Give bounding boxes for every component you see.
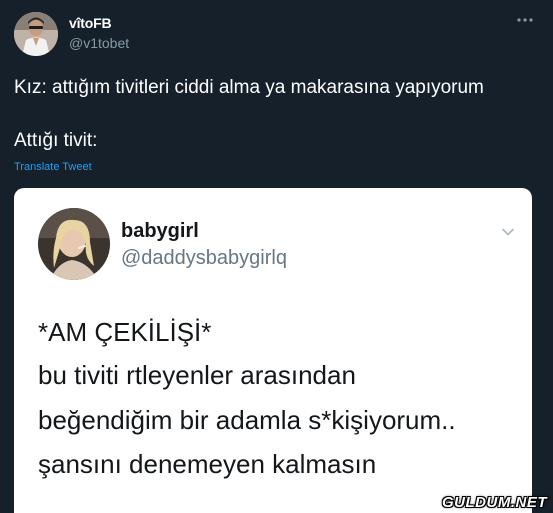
chevron-down-icon	[502, 228, 514, 236]
embedded-display-name: babygirl	[121, 220, 199, 242]
watermark: GULDUM.NET	[442, 494, 547, 511]
embedded-text-line: bu tiviti rtleyenler arasından	[38, 360, 356, 390]
username[interactable]: @v1tobet	[69, 35, 129, 51]
embedded-text-line: şansını denemeyen kalmasın	[38, 449, 377, 479]
display-name[interactable]: vîtoFB	[69, 15, 112, 31]
profile-photo	[14, 12, 58, 56]
tweet: vîtoFB @v1tobet Kız: attığım tivitleri c…	[0, 0, 553, 513]
more-options-button[interactable]	[515, 12, 535, 28]
embedded-tweet-screenshot: babygirl @daddysbabygirlq *AM ÇEKİLİŞİ* …	[14, 188, 532, 513]
embedded-avatar	[38, 208, 110, 280]
embedded-text-line: *AM ÇEKİLİŞİ*	[38, 317, 212, 347]
tweet-text: Kız: attığım tivitleri ciddi alma ya mak…	[14, 77, 484, 98]
embedded-text-line: beğendiğim bir adamla s*kişiyorum..	[38, 405, 456, 435]
tweet-text-secondary: Attığı tivit:	[14, 130, 98, 151]
avatar[interactable]	[14, 12, 58, 56]
more-horizontal-icon	[517, 18, 533, 22]
embedded-username: @daddysbabygirlq	[121, 247, 287, 269]
translate-tweet-link[interactable]: Translate Tweet	[14, 161, 92, 173]
embedded-profile-photo	[38, 208, 110, 280]
